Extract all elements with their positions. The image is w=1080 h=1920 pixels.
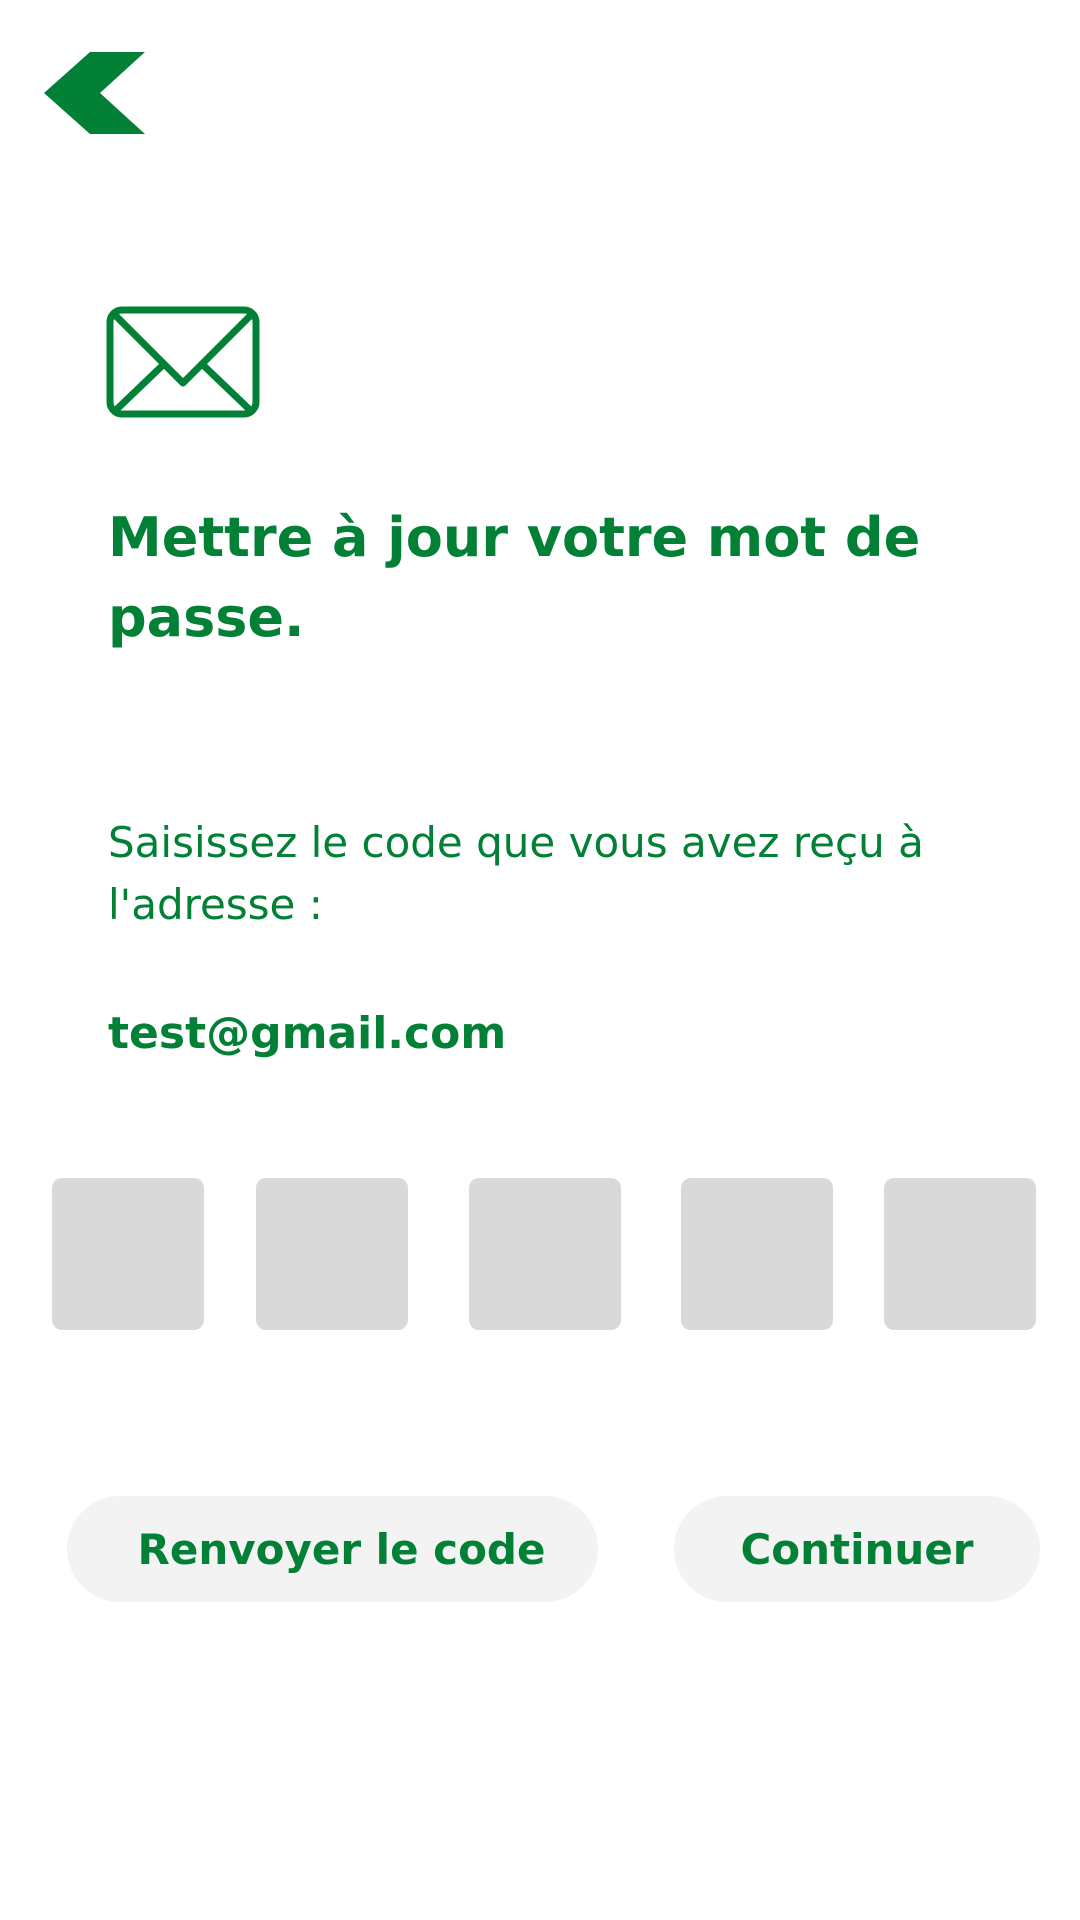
instruction-text: Saisissez le code que vous avez reçu à l…: [108, 818, 924, 929]
chevron-left-icon: [44, 52, 154, 142]
back-button[interactable]: [44, 52, 154, 142]
resend-code-button[interactable]: Renvoyer le code: [67, 1496, 598, 1602]
code-digit-input-4[interactable]: [681, 1178, 833, 1330]
code-digit-input-3[interactable]: [469, 1178, 621, 1330]
page-title: Mettre à jour votre mot de passe.: [108, 506, 921, 649]
code-digit-input-5[interactable]: [884, 1178, 1036, 1330]
code-digit-input-2[interactable]: [256, 1178, 408, 1330]
email-address: test@gmail.com: [108, 1008, 507, 1059]
envelope-icon: [106, 306, 260, 418]
continue-button[interactable]: Continuer: [674, 1496, 1040, 1602]
code-digit-input-1[interactable]: [52, 1178, 204, 1330]
